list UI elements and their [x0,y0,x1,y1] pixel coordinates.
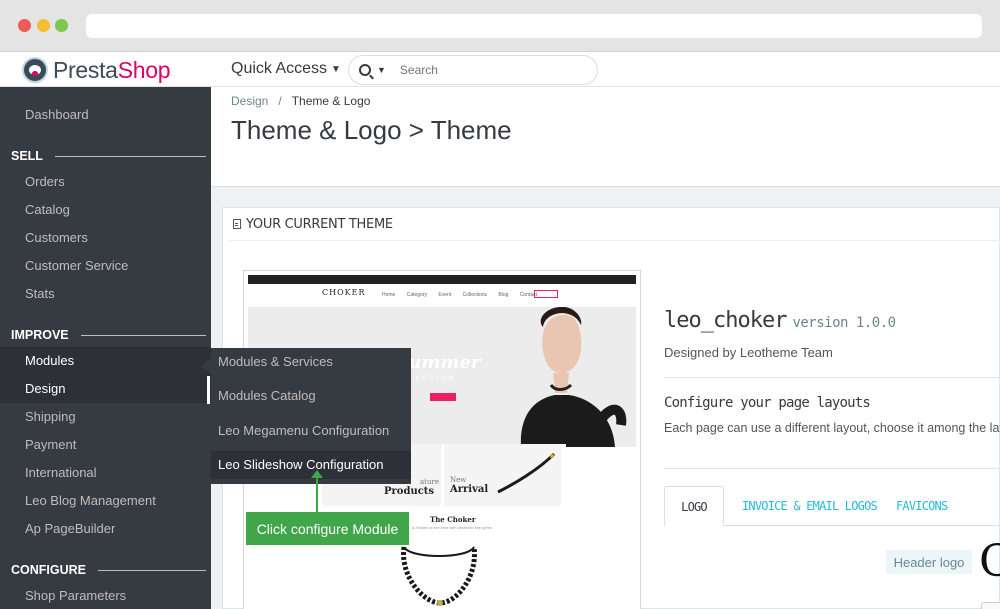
layouts-description: Each page can use a different layout, ch… [664,421,1000,435]
theme-name: leo_choker version 1.0.0 [664,308,896,333]
quick-access-dropdown[interactable]: Quick Access ▼ [231,60,341,78]
sidebar-item-customers[interactable]: Customers [0,224,211,252]
search-icon[interactable] [359,64,371,76]
logo-tabs: LOGO INVOICE & EMAIL LOGOS FAVICONS [664,486,1000,526]
flyout-active-marker [207,376,210,404]
sidebar-item-dashboard[interactable]: Dashboard [0,101,211,129]
caret-down-icon: ▼ [331,63,341,75]
layouts-title: Configure your page layouts [664,395,871,411]
sidebar-item-catalog[interactable]: Catalog [0,196,211,224]
flyout-modules-services[interactable]: Modules & Services [211,348,411,376]
preview-necklace-image [401,546,477,606]
close-window-icon[interactable] [18,19,31,32]
sidebar-item-stats[interactable]: Stats [0,280,211,308]
breadcrumb-current: Theme & Logo [291,94,371,108]
sidebar: Dashboard SELL Orders Catalog Customers … [0,87,211,609]
address-bar[interactable] [86,14,982,38]
top-header: PrestaShop Quick Access ▼ ▼ [0,52,1000,87]
tab-favicons[interactable]: FAVICONS [896,486,948,526]
sidebar-item-shop-parameters[interactable]: Shop Parameters [0,582,211,609]
preview-tile-arrival: New Arrival [444,444,561,506]
preview-section-subtitle: is Sealed to the best with aesthetic fin… [412,525,493,530]
sidebar-item-design[interactable]: Design [0,375,211,403]
preview-store-logo: CHOKER [322,288,366,297]
breadcrumb: Design / Theme & Logo [231,94,371,108]
divider [664,468,1000,469]
tab-invoice-email-logos[interactable]: INVOICE & EMAIL LOGOS [742,486,878,526]
search-box: ▼ [348,55,598,85]
callout-line [316,476,318,513]
card-title: YOUR CURRENT THEME [246,216,393,232]
flyout-modules-catalog[interactable]: Modules Catalog [211,382,411,410]
flyout-leo-megamenu[interactable]: Leo Megamenu Configuration [211,417,411,445]
preview-arrival-necklace-image [497,452,556,494]
upload-file-button[interactable] [981,602,1000,609]
prestashop-logo[interactable]: PrestaShop [22,56,171,84]
sidebar-item-customer-service[interactable]: Customer Service [0,252,211,280]
search-type-caret-icon[interactable]: ▼ [377,65,386,75]
preview-section-title: The Choker [430,515,476,524]
page-title: Theme & Logo > Theme [231,115,512,145]
section-configure: CONFIGURE [11,563,206,577]
divider [664,377,1000,378]
header-logo-preview: C [979,536,1000,587]
section-improve: IMPROVE [11,328,206,342]
sidebar-item-ap-pagebuilder[interactable]: Ap PageBuilder [0,515,211,543]
preview-hero-button [430,393,456,401]
maximize-window-icon[interactable] [55,19,68,32]
breadcrumb-design[interactable]: Design [231,94,268,108]
sidebar-item-orders[interactable]: Orders [0,168,211,196]
sidebar-item-shipping[interactable]: Shipping [0,403,211,431]
header-logo-label: Header logo [886,550,972,574]
theme-author: Designed by Leotheme Team [664,345,833,360]
preview-cart-icon [534,290,558,298]
sidebar-item-international[interactable]: International [0,459,211,487]
card-header: YOUR CURRENT THEME [229,208,1000,241]
modules-flyout-menu: Modules & Services Modules Catalog Leo M… [211,348,411,484]
flyout-pointer [201,358,211,374]
sidebar-item-leo-blog[interactable]: Leo Blog Management [0,487,211,515]
theme-version: version 1.0.0 [792,315,896,331]
preview-nav-links: Home Category Event Collections Blog Con… [382,292,538,298]
logo-text: PrestaShop [53,56,171,83]
html5-icon [233,219,241,229]
tab-logo[interactable]: LOGO [664,486,724,526]
preview-model-image [520,307,627,447]
browser-chrome [0,0,1000,52]
puffin-logo-icon [22,57,48,83]
minimize-window-icon[interactable] [37,19,50,32]
preview-topbar [248,275,636,284]
callout-label: Click configure Module [246,512,409,545]
sidebar-item-modules[interactable]: Modules [0,347,211,375]
content-header: Design / Theme & Logo Theme & Logo > Theme [211,87,1000,187]
sidebar-item-payment[interactable]: Payment [0,431,211,459]
section-sell: SELL [11,149,206,163]
quick-access-label: Quick Access [231,60,328,77]
search-input[interactable] [399,63,580,77]
